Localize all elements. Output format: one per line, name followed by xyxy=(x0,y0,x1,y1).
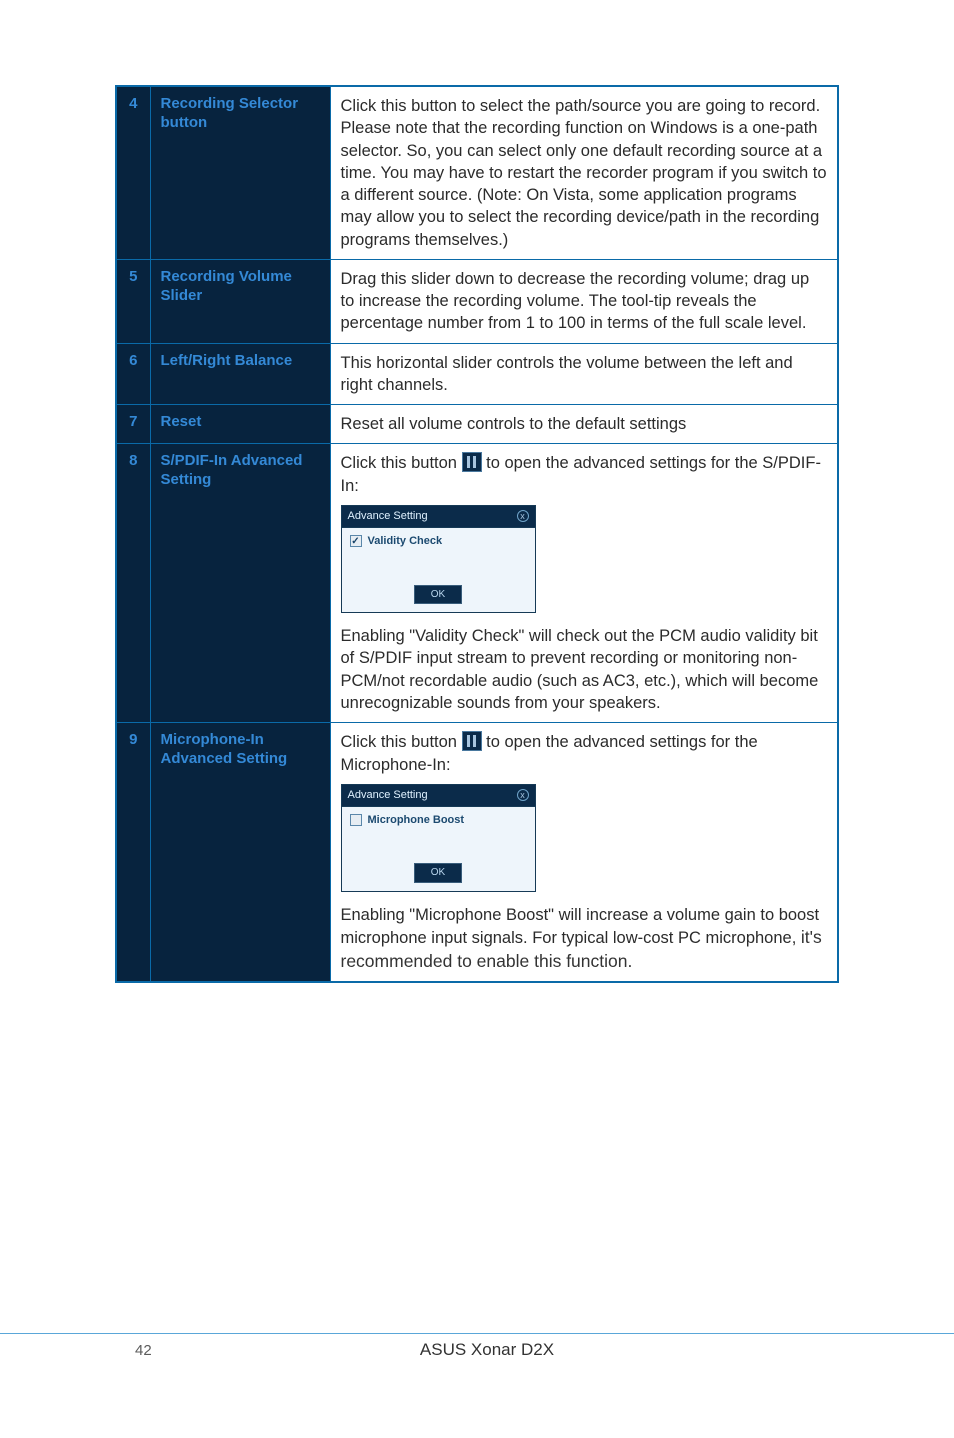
table-row: 5 Recording Volume Slider Drag this slid… xyxy=(116,259,838,343)
row-description: This horizontal slider controls the volu… xyxy=(330,343,838,405)
row-name: Recording Selector button xyxy=(150,86,330,259)
row-description: Click this button to select the path/sou… xyxy=(330,86,838,259)
advance-setting-dialog: Advance Setting x ✓ Validity Check OK xyxy=(341,505,536,613)
dialog-title: Advance Setting xyxy=(348,788,428,803)
close-icon: x xyxy=(517,510,529,522)
row-name: Microphone-In Advanced Setting xyxy=(150,723,330,983)
row-number: 7 xyxy=(116,405,150,444)
row-name: Reset xyxy=(150,405,330,444)
row-name: Recording Volume Slider xyxy=(150,259,330,343)
advanced-settings-icon xyxy=(462,452,482,472)
desc-text-before: Click this button xyxy=(341,733,462,751)
row-number: 9 xyxy=(116,723,150,983)
dialog-body: ✓ Validity Check OK xyxy=(342,527,535,612)
dialog-titlebar: Advance Setting x xyxy=(342,785,535,806)
desc-text-after2: Enabling "Validity Check" will check out… xyxy=(341,627,819,712)
row-description: Reset all volume controls to the default… xyxy=(330,405,838,444)
row-number: 4 xyxy=(116,86,150,259)
checkbox-label: Microphone Boost xyxy=(368,813,465,828)
close-icon: x xyxy=(517,789,529,801)
page-footer: 42 ASUS Xonar D2X xyxy=(0,1333,954,1360)
checkbox-row: Microphone Boost xyxy=(350,813,527,828)
row-name: S/PDIF-In Advanced Setting xyxy=(150,444,330,723)
row-description: Click this button to open the advanced s… xyxy=(330,723,838,983)
row-number: 5 xyxy=(116,259,150,343)
dialog-titlebar: Advance Setting x xyxy=(342,506,535,527)
ok-button: OK xyxy=(414,585,462,605)
settings-table: 4 Recording Selector button Click this b… xyxy=(115,85,839,983)
checkbox-row: ✓ Validity Check xyxy=(350,534,527,549)
row-description: Click this button to open the advanced s… xyxy=(330,444,838,723)
table-row: 6 Left/Right Balance This horizontal sli… xyxy=(116,343,838,405)
desc-text-after2a: Enabling "Microphone Boost" will increas… xyxy=(341,906,820,947)
table-row: 7 Reset Reset all volume controls to the… xyxy=(116,405,838,444)
row-name: Left/Right Balance xyxy=(150,343,330,405)
advanced-settings-icon xyxy=(462,731,482,751)
dialog-body: Microphone Boost OK xyxy=(342,806,535,891)
row-number: 8 xyxy=(116,444,150,723)
validity-check-checkbox: ✓ xyxy=(350,535,362,547)
ok-button: OK xyxy=(414,863,462,883)
row-number: 6 xyxy=(116,343,150,405)
table-row: 4 Recording Selector button Click this b… xyxy=(116,86,838,259)
dialog-title: Advance Setting xyxy=(348,509,428,524)
table-row: 9 Microphone-In Advanced Setting Click t… xyxy=(116,723,838,983)
microphone-boost-checkbox xyxy=(350,814,362,826)
footer-title: ASUS Xonar D2X xyxy=(135,1340,839,1360)
table-row: 8 S/PDIF-In Advanced Setting Click this … xyxy=(116,444,838,723)
row-description: Drag this slider down to decrease the re… xyxy=(330,259,838,343)
advance-setting-dialog: Advance Setting x Microphone Boost OK xyxy=(341,784,536,892)
desc-text-before: Click this button xyxy=(341,454,462,472)
checkbox-label: Validity Check xyxy=(368,534,443,549)
